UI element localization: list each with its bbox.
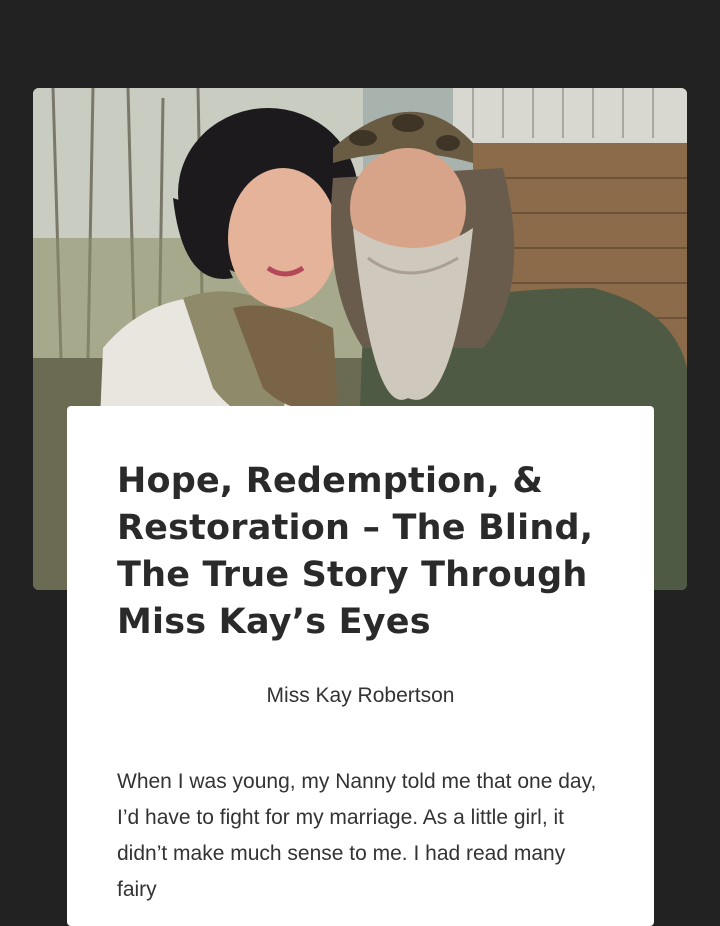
article-author[interactable]: Miss Kay Robertson	[117, 684, 604, 708]
article-card: Hope, Redemption, & Restoration – The Bl…	[67, 406, 654, 926]
article-title[interactable]: Hope, Redemption, & Restoration – The Bl…	[117, 458, 604, 646]
article-excerpt: When I was young, my Nanny told me that …	[117, 770, 597, 901]
